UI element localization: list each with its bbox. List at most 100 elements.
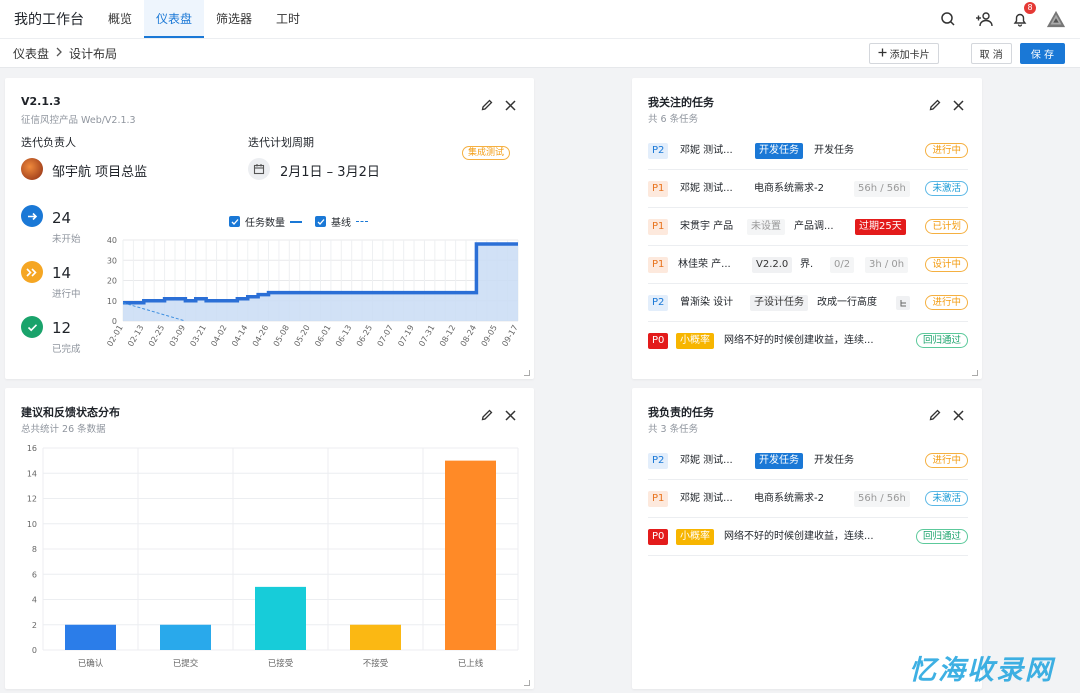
x-tick-label: 07-07 [376,324,395,349]
x-tick-label: 06-01 [313,324,332,349]
bell-icon[interactable]: 8 [1010,2,1036,29]
resize-handle[interactable] [524,680,530,686]
task-hours: 56h / 56h [854,491,910,507]
y-tick-label: 8 [32,545,37,554]
top-nav: 我的工作台 概览 仪表盘 筛选器 工时 8 [0,0,1080,38]
user-avatar[interactable] [1046,9,1066,29]
status-badge: 进行中 [925,453,968,468]
search-icon[interactable] [938,9,958,29]
status-badge: 回归通过 [915,529,968,544]
done-count: 12 [52,319,72,337]
task-assignee: 邓妮 测试... [680,493,733,504]
task-row[interactable]: P2 曾渐染 设计 子设计任务 改成一行高度 进行中 [648,284,968,322]
not-started-count: 24 [52,209,72,227]
notification-badge: 8 [1024,2,1036,14]
task-row[interactable]: P2 邓妮 测试... 开发任务 开发任务 进行中 [648,132,968,170]
add-user-icon[interactable] [974,9,994,29]
task-name: 开发任务 [814,455,854,466]
close-icon[interactable] [505,406,516,425]
chevron-right-icon [55,46,63,60]
fast-forward-icon [21,261,43,283]
checkbox-icon[interactable] [315,216,326,227]
task-assignee: 邓妮 测试... [680,183,733,194]
legend-baseline-swatch [356,221,368,222]
followed-title: 我关注的任务 [648,96,714,109]
save-button[interactable]: 保 存 [1019,43,1065,64]
y-tick-label: 6 [32,570,37,579]
y-tick-label: 14 [27,469,37,478]
task-type-badge: 开发任务 [755,453,803,469]
y-tick-label: 20 [107,277,117,286]
close-icon[interactable] [953,96,964,115]
bar [160,624,211,650]
iteration-subtitle: 征信风控产品 Web/V2.1.3 [21,115,136,126]
subtask-icon [896,296,910,310]
breadcrumb: 仪表盘 设计布局 [13,45,117,62]
workspace-title[interactable]: 我的工作台 [14,9,84,29]
feedback-subtitle: 总共统计 26 条数据 [21,424,106,435]
tab-worklog[interactable]: 工时 [264,0,312,38]
feedback-bar-chart: 0 2 4 6 8 10 12 14 16 已确认 已提交 已接受 不接受 已上线 [27,444,519,669]
status-badge: 进行中 [925,143,968,158]
x-tick-label: 07-31 [417,324,436,349]
tab-filters[interactable]: 筛选器 [204,0,264,38]
chart-legend: 任务数量 基线 [229,214,368,229]
task-type-badge: 开发任务 [755,143,803,159]
my-tasks-subtitle: 共 3 条任务 [648,424,699,435]
priority-badge: P2 [648,453,669,469]
close-icon[interactable] [953,406,964,425]
y-tick-label: 0 [32,646,37,655]
task-name: 电商系统需求-2 [754,493,824,504]
task-row[interactable]: P1 宋贯宇 产品 未设置 产品调... 过期25天 已计划 [648,208,968,246]
sub-toolbar: 仪表盘 设计布局 添加卡片 取 消 保 存 [0,38,1080,68]
task-row[interactable]: P1 林佳荣 产... V2.2.0 界. 0/2 3h / 0h 设计中 [648,246,968,284]
status-badge: 未激活 [925,491,968,506]
legend-tasks-swatch [290,220,302,223]
in-progress-label: 进行中 [52,289,81,300]
feedback-title: 建议和反馈状态分布 [21,406,120,419]
add-card-button[interactable]: 添加卡片 [868,43,939,64]
done-label: 已完成 [52,344,81,355]
priority-badge: P1 [648,219,669,235]
task-hours: 3h / 0h [865,257,909,273]
x-tick-label: 08-24 [459,324,478,349]
followed-subtitle: 共 6 条任务 [648,114,699,125]
x-tick-label: 02-13 [126,324,145,349]
checkbox-icon[interactable] [229,216,240,227]
priority-badge: P1 [648,491,669,507]
task-row[interactable]: P1 邓妮 测试... 电商系统需求-2 56h / 56h 未激活 [648,170,968,208]
y-tick-label: 30 [107,256,117,265]
task-assignee: 曾渐染 设计 [680,297,734,308]
task-assignee: 邓妮 测试... [680,145,733,156]
task-progress: 0/2 [830,257,855,273]
task-row[interactable]: P0 小概率 网络不好的时候创建收益，连续... 回归通过 [648,518,968,556]
my-tasks-title: 我负责的任务 [648,406,714,419]
check-icon [21,316,43,338]
edit-icon[interactable] [929,406,941,425]
cancel-button[interactable]: 取 消 [970,43,1012,64]
legend-tasks: 任务数量 [245,218,285,229]
breadcrumb-parent[interactable]: 仪表盘 [13,45,49,62]
tab-overview[interactable]: 概览 [96,0,144,38]
task-row[interactable]: P1 邓妮 测试... 电商系统需求-2 56h / 56h 未激活 [648,480,968,518]
edit-icon[interactable] [929,96,941,115]
status-badge: 进行中 [925,295,968,310]
owner-label: 迭代负责人 [21,136,76,149]
edit-icon[interactable] [481,96,493,115]
task-hours: 56h / 56h [854,181,910,197]
priority-badge: P1 [648,257,669,273]
close-icon[interactable] [505,96,516,115]
task-name: 界. [800,259,814,270]
x-category-label: 已接受 [268,658,294,669]
tab-dashboard[interactable]: 仪表盘 [144,0,205,38]
resize-handle[interactable] [524,370,530,376]
watermark: 忆海收录网 [909,655,1054,686]
task-burnup-chart: 01020304002-01 02-13 02-25 03-09 03-21 04-02 0… [105,236,519,349]
status-badge: 未激活 [925,181,968,196]
bar [65,624,116,650]
task-row[interactable]: P2 邓妮 测试... 开发任务 开发任务 进行中 [648,442,968,480]
resize-handle[interactable] [972,370,978,376]
period-label: 迭代计划周期 [248,136,314,149]
task-row[interactable]: P0 小概率 网络不好的时候创建收益，连续... 回归通过 [648,322,968,360]
edit-icon[interactable] [481,406,493,425]
